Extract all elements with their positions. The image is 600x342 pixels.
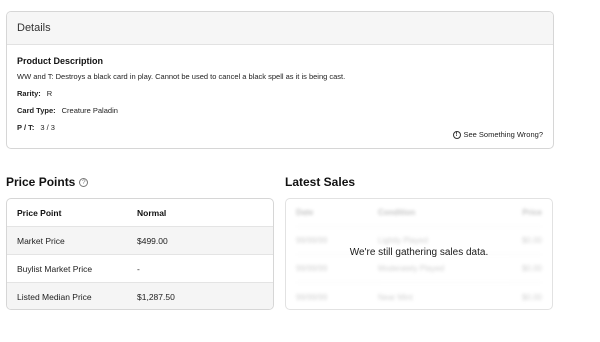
market-price-value: $499.00: [137, 235, 168, 246]
column-header-normal: Normal: [137, 207, 167, 218]
see-something-wrong-label: See Something Wrong?: [463, 130, 544, 139]
details-card: Details Product Description WW and T: De…: [6, 11, 554, 149]
card-type-value: Creature Paladin: [61, 106, 118, 115]
listed-median-price-value: $1,287.50: [137, 292, 175, 302]
rarity-value: R: [46, 89, 53, 98]
buylist-market-price-value: -: [137, 263, 140, 274]
pt-label: P / T:: [17, 123, 35, 132]
rarity-label: Rarity:: [17, 89, 41, 98]
sale-price: $0.00: [521, 264, 542, 273]
column-header-price-point: Price Point: [17, 207, 62, 218]
latest-sales-title: Latest Sales: [285, 175, 356, 189]
sale-date: 99/99/99: [296, 264, 328, 273]
latest-sales-panel: Date Condition Price 99/99/99 Lightly Pl…: [285, 198, 553, 310]
sale-condition: Moderately Played: [378, 264, 445, 273]
sales-placeholder-row: 99/99/99 Moderately Played $0.00: [296, 255, 542, 283]
product-description-title: Product Description: [17, 56, 104, 66]
help-icon[interactable]: ?: [79, 177, 89, 187]
buylist-market-price-label: Buylist Market Price: [17, 263, 93, 274]
rarity-row: Rarity: R: [17, 89, 543, 98]
sale-condition: Near Mint: [378, 292, 413, 302]
column-header-condition: Condition: [378, 208, 416, 217]
product-description-text: WW and T: Destroys a black card in play.…: [17, 72, 346, 81]
listed-median-price-label: Listed Median Price: [17, 292, 92, 302]
sale-price: $0.00: [521, 236, 542, 245]
sales-header-row: Date Condition Price: [296, 199, 542, 227]
column-header-price: Price: [522, 208, 542, 217]
see-something-wrong-link[interactable]: ! See Something Wrong?: [452, 130, 544, 139]
table-row: Market Price $499.00: [7, 227, 273, 255]
card-type-label: Card Type:: [17, 106, 56, 115]
sale-condition: Lightly Played: [378, 236, 428, 245]
price-points-table: Price Point Normal Market Price $499.00 …: [6, 198, 274, 310]
sales-placeholder-row: 99/99/99 Near Mint $0.00: [296, 283, 542, 309]
price-points-title: Price Points: [6, 175, 76, 189]
price-points-heading: Price Points ?: [6, 175, 89, 189]
column-header-date: Date: [296, 208, 314, 217]
sale-date: 99/99/99: [296, 236, 328, 245]
table-row: Listed Median Price $1,287.50: [7, 283, 273, 309]
details-body: Product Description WW and T: Destroys a…: [7, 45, 553, 132]
sale-date: 99/99/99: [296, 292, 328, 302]
pt-value: 3 / 3: [40, 123, 55, 132]
table-header-row: Price Point Normal: [7, 199, 273, 227]
card-type-row: Card Type: Creature Paladin: [17, 106, 543, 115]
market-price-label: Market Price: [17, 235, 65, 246]
table-row: Buylist Market Price -: [7, 255, 273, 283]
latest-sales-heading: Latest Sales: [285, 175, 355, 189]
sale-price: $0.00: [521, 292, 542, 302]
info-icon: !: [452, 130, 461, 139]
details-header: Details: [7, 12, 553, 45]
sales-status-message: We're still gathering sales data.: [349, 247, 489, 258]
